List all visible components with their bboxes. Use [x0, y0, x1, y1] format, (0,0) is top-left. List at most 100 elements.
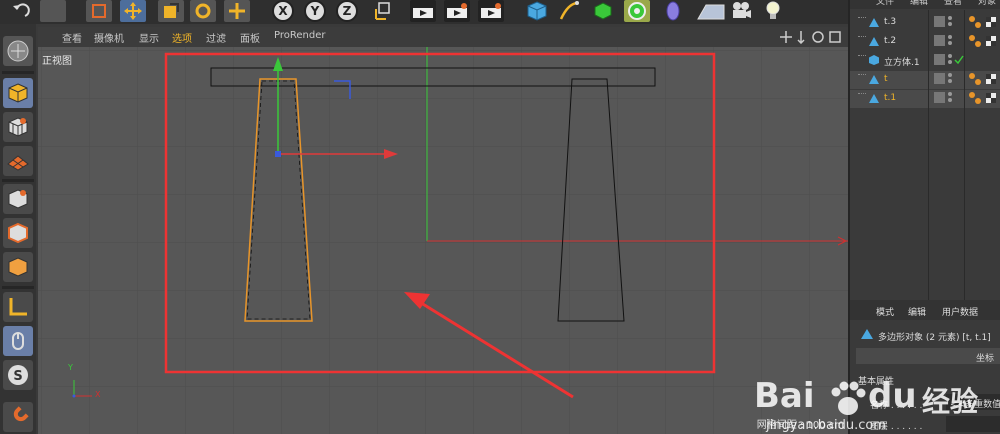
menu-display[interactable]: 显示 — [139, 30, 159, 45]
object-manager-panel: 文件 编辑 查看 对象 t.3 t.2 立方体.1 t t.1 — [848, 0, 1000, 300]
visibility-dot-icon[interactable] — [948, 79, 952, 83]
texture-mode-icon[interactable] — [3, 112, 33, 142]
z-axis-lock-button[interactable]: Z — [334, 0, 360, 22]
tags-icon[interactable] — [968, 91, 998, 105]
tags-icon[interactable] — [968, 34, 998, 48]
om-menu-view[interactable]: 查看 — [944, 0, 962, 7]
menu-view[interactable]: 查看 — [62, 30, 82, 45]
cube-primitive-icon[interactable] — [524, 0, 550, 22]
object-name: t.1 — [884, 93, 897, 103]
layer-icon[interactable] — [934, 54, 945, 65]
object-row-t[interactable]: t — [850, 71, 1000, 89]
viewport-title: 正视图 — [42, 56, 72, 67]
attribute-tabs: 坐标 — [856, 348, 1000, 364]
mini-axis-origin — [72, 394, 76, 398]
points-mode-icon[interactable] — [3, 184, 33, 214]
visibility-dot-icon[interactable] — [948, 54, 952, 58]
viewport-front[interactable]: 正视图 Y X 网格间距 : 100 cm — [38, 47, 848, 434]
om-menu-file[interactable]: 文件 — [876, 0, 894, 7]
visibility-dot-icon[interactable] — [948, 73, 952, 77]
tree-line — [858, 36, 866, 37]
tree-line — [858, 55, 866, 56]
watermark-logo: Bai du 经验 jingyan.baidu.com — [750, 376, 1000, 434]
pen-spline-icon[interactable] — [556, 0, 582, 22]
object-row-t2[interactable]: t.2 — [850, 33, 1000, 51]
visibility-dot-icon[interactable] — [948, 92, 952, 96]
visibility-dot-icon[interactable] — [948, 22, 952, 26]
deformer-icon[interactable] — [660, 0, 686, 22]
watermark-brand-2: du — [868, 376, 917, 416]
rotate-tool-icon[interactable] — [190, 0, 216, 22]
tweak-mode-icon[interactable] — [3, 326, 33, 356]
visibility-dot-icon[interactable] — [948, 41, 952, 45]
x-axis-lock-button[interactable]: X — [270, 0, 296, 22]
render-view-icon[interactable] — [410, 0, 436, 22]
menu-prorender[interactable]: ProRender — [274, 30, 325, 41]
redo-icon[interactable] — [40, 0, 66, 22]
left-toolbar: S — [0, 24, 36, 434]
viewport-navigation-icons[interactable] — [780, 30, 846, 44]
cloner-icon[interactable] — [624, 0, 650, 22]
menu-options[interactable]: 选项 — [172, 30, 192, 45]
checkmark-icon[interactable] — [954, 55, 964, 65]
scale-tool-icon[interactable] — [158, 0, 184, 22]
svg-text:S: S — [13, 369, 22, 384]
menu-filter[interactable]: 过滤 — [206, 30, 226, 45]
object-row-t1[interactable]: t.1 — [850, 90, 1000, 108]
light-icon[interactable] — [760, 0, 786, 22]
toolbar-separator — [2, 179, 34, 182]
polygon-object-icon — [869, 94, 879, 103]
move-tool-icon[interactable] — [120, 0, 146, 22]
om-menu-object[interactable]: 对象 — [978, 0, 996, 7]
object-name: 立方体.1 — [884, 58, 920, 68]
mini-axis-x-label: X — [95, 390, 101, 399]
coordinate-system-icon[interactable] — [370, 0, 396, 22]
y-axis-lock-button[interactable]: Y — [302, 0, 328, 22]
edges-mode-icon[interactable] — [3, 218, 33, 248]
x-axis-label: X — [278, 4, 288, 18]
tab-coordinates[interactable]: 坐标 — [976, 351, 994, 364]
layer-icon[interactable] — [934, 16, 945, 27]
model-mode-icon[interactable] — [3, 78, 33, 108]
object-row-t3[interactable]: t.3 — [850, 14, 1000, 32]
visibility-dot-icon[interactable] — [948, 60, 952, 64]
tags-icon[interactable] — [968, 72, 998, 86]
object-row-cube1[interactable]: 立方体.1 — [850, 52, 1000, 70]
render-picture-viewer-icon[interactable] — [444, 0, 470, 22]
workplane-mode-icon[interactable] — [3, 146, 33, 176]
attr-menu-mode[interactable]: 模式 — [876, 305, 894, 318]
subdivision-surface-icon[interactable] — [590, 0, 616, 22]
make-editable-icon[interactable] — [3, 36, 33, 66]
attr-menu-userdata[interactable]: 用户数据 — [942, 305, 978, 318]
tags-icon[interactable] — [968, 15, 998, 29]
layer-icon[interactable] — [934, 73, 945, 84]
axis-mode-icon[interactable] — [3, 292, 33, 322]
tree-line — [858, 74, 866, 75]
polygon-object-icon — [869, 75, 879, 84]
mini-axis-y-label: Y — [68, 363, 73, 372]
menu-camera[interactable]: 摄像机 — [94, 30, 124, 45]
select-tool-icon[interactable] — [86, 0, 112, 22]
camera-icon[interactable] — [728, 0, 754, 22]
transform-tool-icon[interactable] — [224, 0, 250, 22]
attr-menu-edit[interactable]: 编辑 — [908, 305, 926, 318]
visibility-dot-icon[interactable] — [948, 16, 952, 20]
menu-panel[interactable]: 面板 — [240, 30, 260, 45]
polygon-object-icon — [869, 18, 879, 27]
attribute-menu-bar: 模式 编辑 用户数据 — [850, 300, 1000, 320]
paw-icon — [831, 381, 866, 415]
undo-icon[interactable] — [8, 0, 34, 22]
render-settings-icon[interactable] — [478, 0, 504, 22]
gizmo-origin[interactable] — [275, 151, 281, 157]
om-menu-edit[interactable]: 编辑 — [910, 0, 928, 7]
object-name: t.3 — [884, 17, 897, 27]
layer-icon[interactable] — [934, 35, 945, 46]
viewport-canvas[interactable] — [38, 47, 848, 434]
snapping-icon[interactable]: S — [3, 360, 33, 390]
polygons-mode-icon[interactable] — [3, 252, 33, 282]
visibility-dot-icon[interactable] — [948, 35, 952, 39]
layer-icon[interactable] — [934, 92, 945, 103]
visibility-dot-icon[interactable] — [948, 98, 952, 102]
floor-icon[interactable] — [694, 0, 728, 22]
magnet-icon[interactable] — [3, 402, 33, 432]
